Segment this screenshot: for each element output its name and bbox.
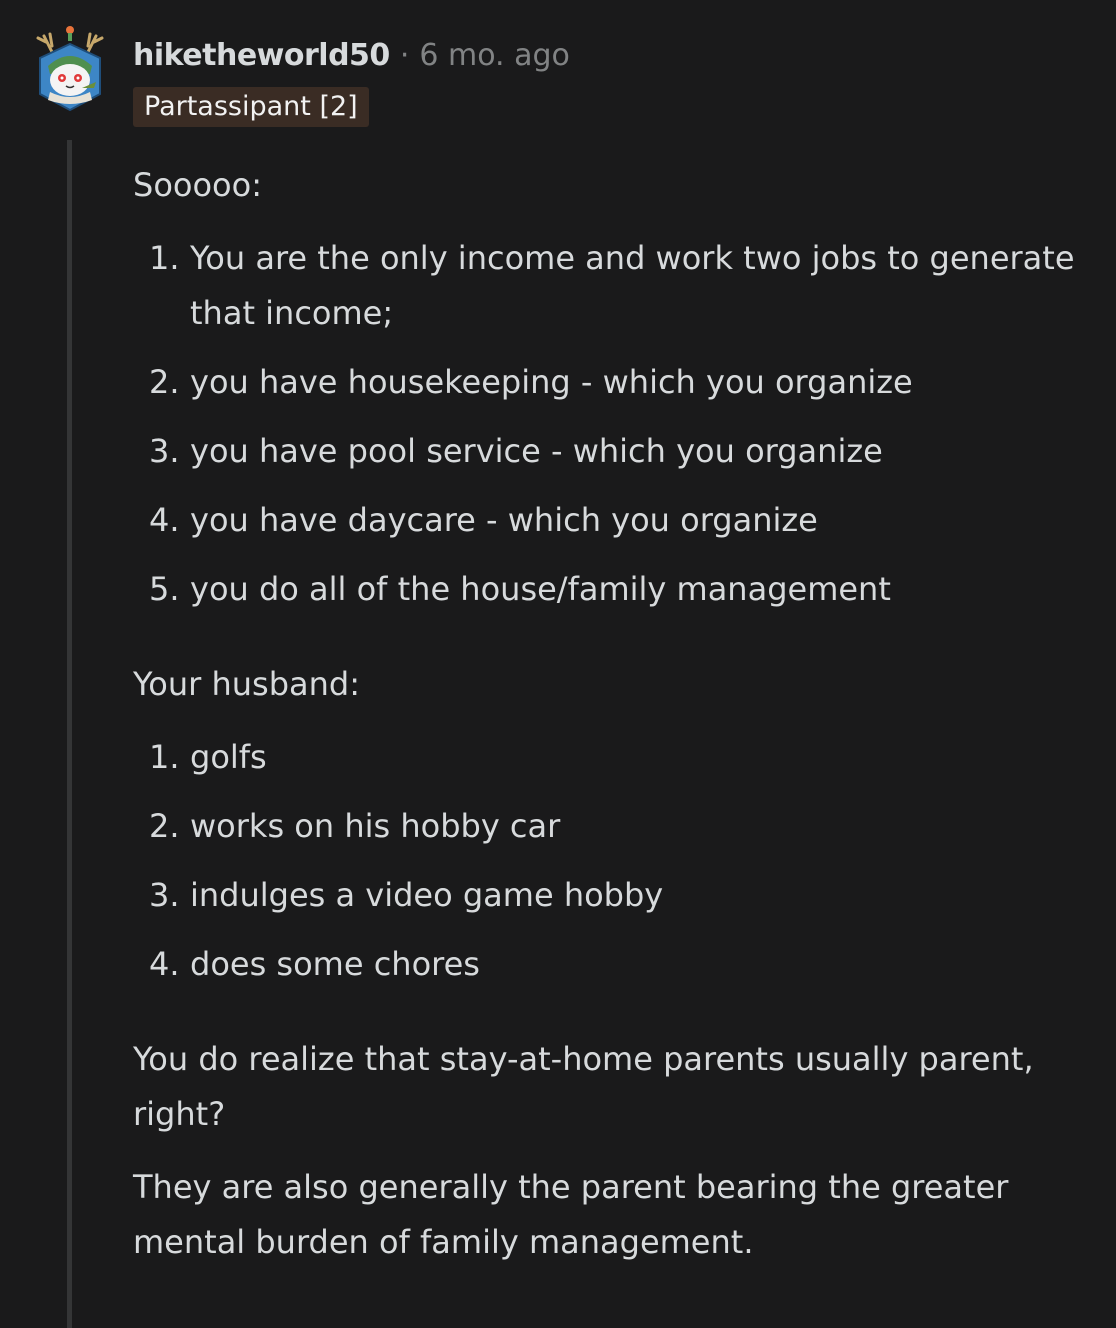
username-link[interactable]: hiketheworld50 [133, 36, 390, 76]
list-item: 2. works on his hobby car [149, 807, 561, 845]
comment: hiketheworld50 · 6 mo. ago Partassipant … [0, 0, 1116, 1328]
husband-activities-list: 1. golfs 2. works on his hobby car 3. indul… [133, 730, 1093, 992]
thread-collapse-line[interactable] [67, 140, 72, 1328]
question-paragraph: You do realize that stay-at-home parents… [133, 1040, 1034, 1133]
wife-tasks-list: 1. You are the only income and work two j… [133, 231, 1093, 617]
user-avatar-icon[interactable] [32, 22, 108, 118]
intro-text: Sooooo: [133, 166, 262, 204]
comment-body: Sooooo: 1. You are the only income and wo… [133, 158, 1093, 1270]
meta-separator: · [399, 38, 410, 73]
list-item: 1. You are the only income and work two j… [149, 239, 1075, 332]
final-paragraph: They are also generally the parent beari… [133, 1168, 1009, 1261]
list-item: 3. you have pool service - which you orga… [149, 432, 883, 470]
comment-header: hiketheworld50 · 6 mo. ago [133, 36, 570, 76]
user-flair: Partassipant [2] [133, 87, 369, 127]
list-item: 4. does some chores [149, 945, 480, 983]
list-item: 5. you do all of the house/family managem… [149, 570, 891, 608]
list-item: 1. golfs [149, 738, 267, 776]
timestamp-link[interactable]: 6 mo. ago [419, 36, 570, 76]
list-item: 3. indulges a video game hobby [149, 876, 664, 914]
list-item: 2. you have housekeeping - which you orga… [149, 363, 913, 401]
list-item: 4. you have daycare - which you organize [149, 501, 818, 539]
husband-heading: Your husband: [133, 665, 361, 703]
